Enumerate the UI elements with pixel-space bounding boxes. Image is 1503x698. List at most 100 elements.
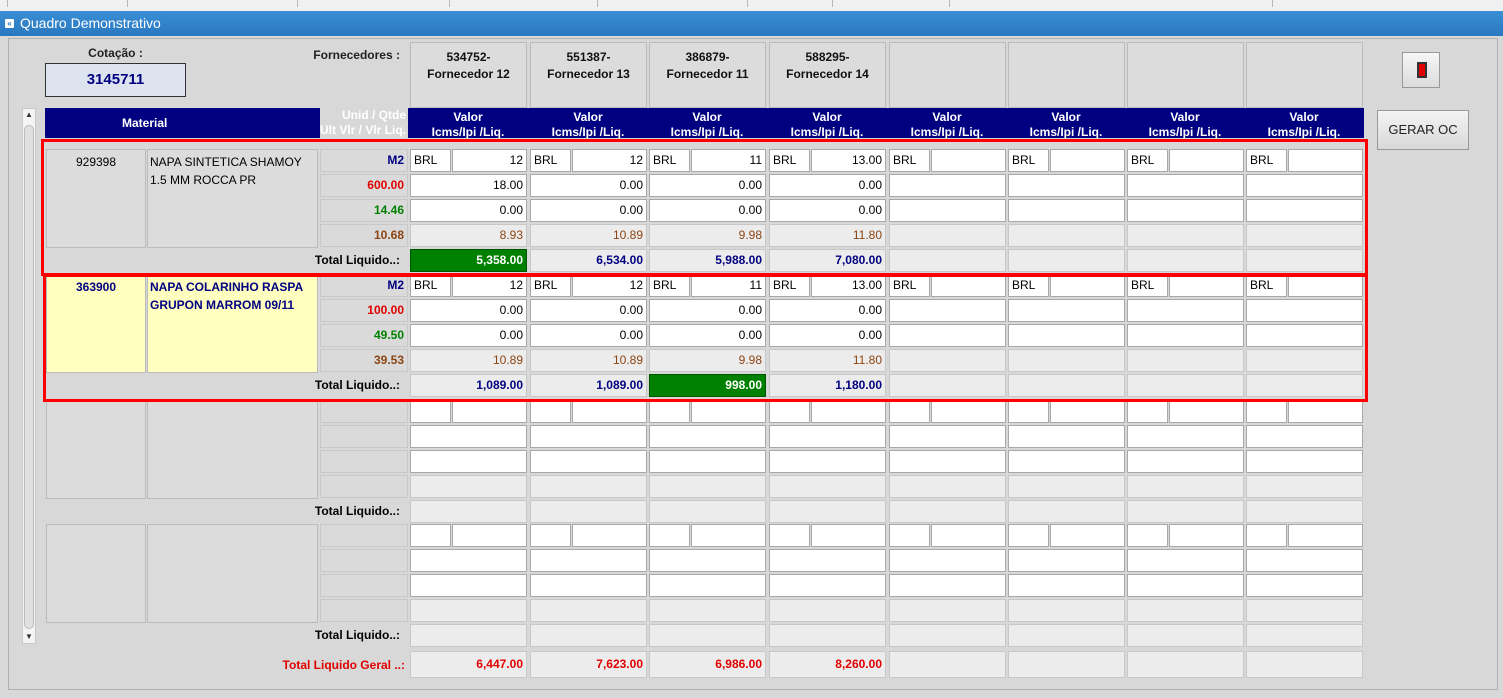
currency-field[interactable] [530,524,571,547]
scroll-thumb[interactable] [24,125,34,629]
icms-field[interactable] [1008,299,1125,322]
price-field[interactable] [572,524,647,547]
icms-field[interactable] [530,549,647,572]
collapse-icon[interactable]: « [5,19,14,28]
icms-field[interactable] [1246,299,1363,322]
currency-field[interactable]: BRL [410,274,451,297]
price-field[interactable]: 13.00 [811,274,886,297]
currency-field[interactable] [530,400,571,423]
ipi-field[interactable] [530,574,647,597]
icms-field[interactable] [1127,174,1244,197]
currency-field[interactable] [1127,400,1168,423]
currency-field[interactable] [769,524,810,547]
currency-field[interactable] [769,400,810,423]
icms-field[interactable] [1127,549,1244,572]
price-field[interactable] [1169,149,1244,172]
price-field[interactable]: 11 [691,274,766,297]
icms-field[interactable] [649,425,766,448]
ipi-field[interactable]: 0.00 [769,324,886,347]
ipi-field[interactable] [1008,450,1125,473]
price-field[interactable] [1288,149,1363,172]
ipi-field[interactable] [410,450,527,473]
price-field[interactable] [1288,400,1363,423]
ipi-field[interactable] [769,450,886,473]
price-field[interactable] [1050,149,1125,172]
ipi-field[interactable] [1246,199,1363,222]
currency-field[interactable] [1246,400,1287,423]
ipi-field[interactable] [1008,324,1125,347]
ipi-field[interactable] [1246,324,1363,347]
currency-field[interactable]: BRL [1008,149,1049,172]
icms-field[interactable] [1127,425,1244,448]
ipi-field[interactable]: 0.00 [410,324,527,347]
price-field[interactable] [691,524,766,547]
price-field[interactable] [1050,274,1125,297]
icms-field[interactable] [1008,549,1125,572]
ipi-field[interactable] [1127,450,1244,473]
price-field[interactable] [1050,524,1125,547]
scroll-down-icon[interactable]: ▼ [23,631,35,643]
currency-field[interactable] [649,400,690,423]
price-field[interactable] [1288,274,1363,297]
ipi-field[interactable] [1008,199,1125,222]
price-field[interactable] [1169,400,1244,423]
ipi-field[interactable] [1127,324,1244,347]
price-field[interactable]: 12 [572,149,647,172]
ipi-field[interactable] [1008,574,1125,597]
ipi-field[interactable]: 0.00 [769,199,886,222]
icms-field[interactable]: 0.00 [769,174,886,197]
ipi-field[interactable] [1127,199,1244,222]
currency-field[interactable]: BRL [889,274,930,297]
ipi-field[interactable]: 0.00 [530,324,647,347]
currency-field[interactable] [410,400,451,423]
ipi-field[interactable] [1246,574,1363,597]
icms-field[interactable] [889,549,1006,572]
currency-field[interactable]: BRL [1008,274,1049,297]
gerar-oc-button[interactable]: GERAR OC [1377,110,1469,150]
icms-field[interactable] [410,549,527,572]
icms-field[interactable]: 0.00 [769,299,886,322]
ipi-field[interactable] [889,199,1006,222]
icms-field[interactable] [1008,425,1125,448]
currency-field[interactable]: BRL [530,274,571,297]
price-field[interactable]: 12 [572,274,647,297]
price-field[interactable] [1050,400,1125,423]
ipi-field[interactable] [530,450,647,473]
price-field[interactable] [931,400,1006,423]
icms-field[interactable]: 0.00 [530,299,647,322]
price-field[interactable] [1169,524,1244,547]
currency-field[interactable]: BRL [889,149,930,172]
price-field[interactable] [452,400,527,423]
currency-field[interactable]: BRL [769,274,810,297]
icms-field[interactable]: 0.00 [649,174,766,197]
currency-field[interactable]: BRL [530,149,571,172]
currency-field[interactable]: BRL [649,149,690,172]
icms-field[interactable] [889,299,1006,322]
ipi-field[interactable] [889,574,1006,597]
currency-field[interactable]: BRL [410,149,451,172]
currency-field[interactable]: BRL [1246,149,1287,172]
icms-field[interactable] [1246,174,1363,197]
currency-field[interactable] [889,524,930,547]
currency-field[interactable] [1246,524,1287,547]
currency-field[interactable]: BRL [1127,274,1168,297]
price-field[interactable] [1288,524,1363,547]
price-field[interactable]: 12 [452,149,527,172]
ipi-field[interactable] [1127,574,1244,597]
icms-field[interactable] [410,425,527,448]
ipi-field[interactable] [649,450,766,473]
currency-field[interactable]: BRL [769,149,810,172]
ipi-field[interactable] [889,324,1006,347]
ipi-field[interactable] [649,574,766,597]
price-field[interactable] [811,524,886,547]
currency-field[interactable] [1008,524,1049,547]
icms-field[interactable] [889,425,1006,448]
icms-field[interactable] [530,425,647,448]
ipi-field[interactable]: 0.00 [530,199,647,222]
price-field[interactable]: 12 [452,274,527,297]
currency-field[interactable] [410,524,451,547]
currency-field[interactable] [889,400,930,423]
icms-field[interactable] [769,425,886,448]
price-field[interactable] [931,149,1006,172]
ipi-field[interactable] [1246,450,1363,473]
